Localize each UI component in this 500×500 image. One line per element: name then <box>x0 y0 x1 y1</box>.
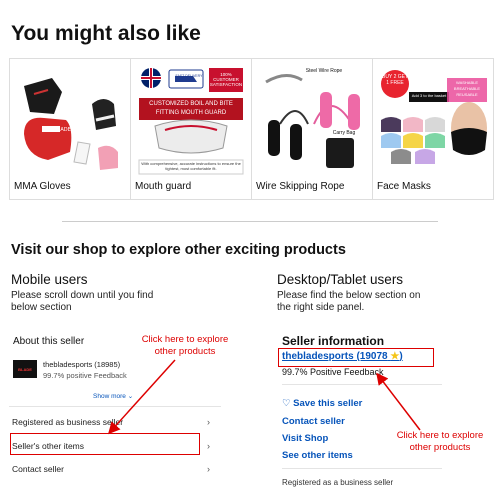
desktop-arrow <box>376 372 421 431</box>
callout-arrows <box>107 359 421 435</box>
mobile-arrow <box>107 359 176 435</box>
